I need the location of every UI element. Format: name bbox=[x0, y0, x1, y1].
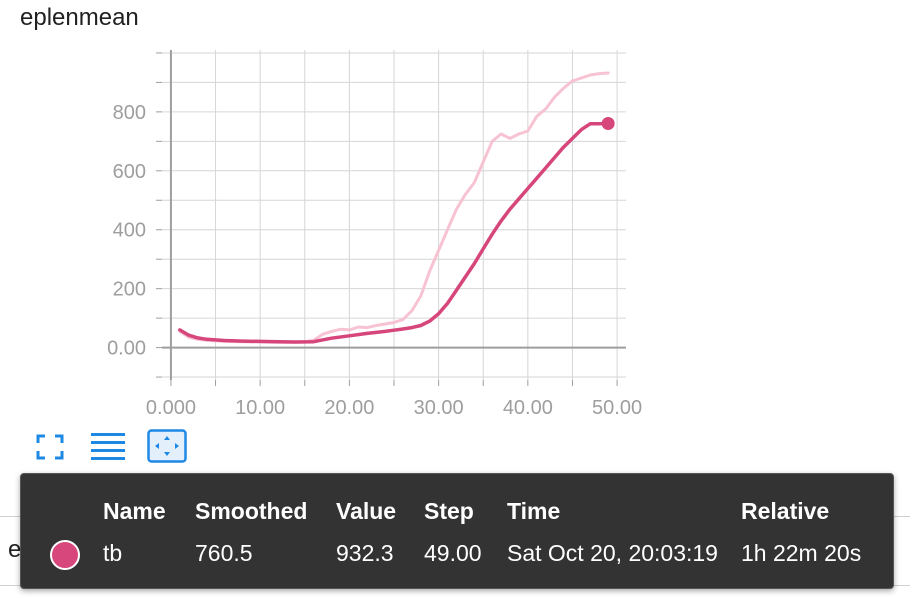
x-tick-label: 10.00 bbox=[235, 397, 285, 419]
tooltip-run-name: tb bbox=[103, 540, 123, 566]
y-tick-label: 200 bbox=[113, 279, 146, 301]
y-tick-label: 400 bbox=[113, 220, 146, 242]
hover-point bbox=[601, 117, 615, 131]
tooltip-header-relative: Relative bbox=[741, 498, 830, 524]
tooltip-relative: 1h 22m 20s bbox=[741, 540, 862, 566]
chart-toolbar bbox=[30, 428, 200, 468]
tooltip-step: 49.00 bbox=[424, 540, 482, 566]
x-tick-label: 20.00 bbox=[324, 397, 374, 419]
tooltip-header-name: Name bbox=[103, 498, 166, 524]
fit-to-data-icon bbox=[147, 429, 187, 463]
tooltip-smoothed-value: 760.5 bbox=[195, 540, 253, 566]
line-chart[interactable]: 0.000 10.00 20.00 30.00 40.00 50.00 0.00 200 400… bbox=[0, 0, 910, 430]
tooltip-raw-value: 932.3 bbox=[336, 540, 394, 566]
y-tick-label: 0.00 bbox=[107, 338, 146, 360]
data-tooltip: Name Smoothed Value Step Time Relative t… bbox=[20, 473, 894, 589]
fullscreen-icon bbox=[36, 434, 64, 460]
y-tick-label: 800 bbox=[113, 102, 146, 124]
tooltip-header-value: Value bbox=[336, 498, 397, 524]
y-tick-label: 600 bbox=[113, 161, 146, 183]
list-lines-icon bbox=[91, 433, 125, 460]
x-tick-label: 30.00 bbox=[414, 397, 464, 419]
tooltip-time: Sat Oct 20, 20:03:19 bbox=[507, 540, 718, 566]
tooltip-header-step: Step bbox=[424, 498, 474, 524]
x-tick-label: 40.00 bbox=[503, 397, 553, 419]
run-color-swatch bbox=[50, 540, 80, 570]
toggle-y-log-button[interactable] bbox=[88, 428, 128, 466]
tooltip-header-time: Time bbox=[507, 498, 561, 524]
fit-domain-button[interactable] bbox=[147, 428, 187, 466]
x-tick-label: 0.000 bbox=[146, 397, 196, 419]
tooltip-header-smoothed: Smoothed bbox=[195, 498, 308, 524]
x-tick-label: 50.00 bbox=[592, 397, 642, 419]
fullscreen-button[interactable] bbox=[30, 428, 70, 466]
